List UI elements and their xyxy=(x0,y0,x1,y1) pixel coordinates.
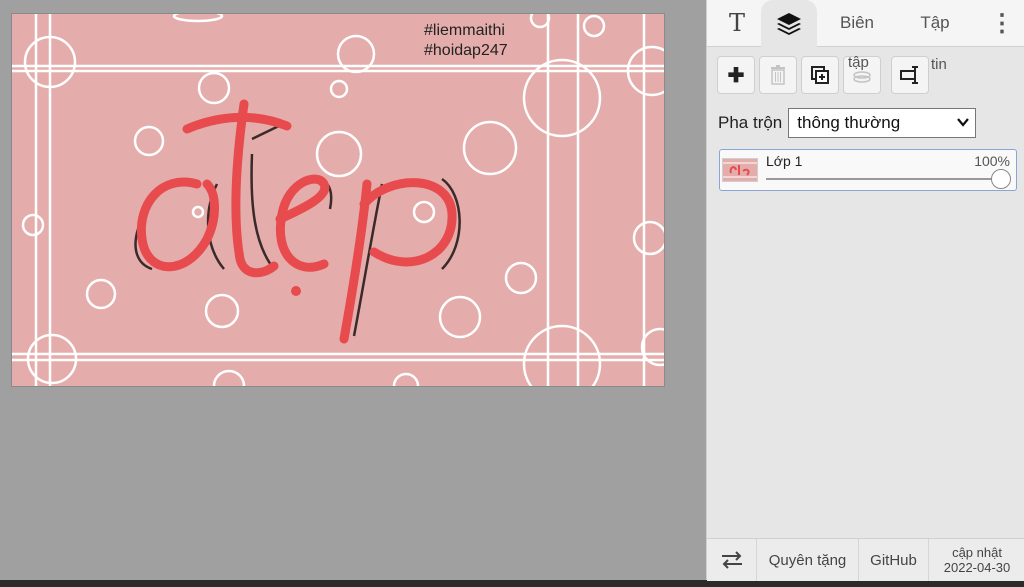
tab-tap[interactable]: Tập xyxy=(903,0,967,46)
layer-list-item[interactable]: Lớp 1 100% xyxy=(719,149,1017,191)
swap-panel-button[interactable] xyxy=(707,539,757,581)
layer-properties-icon xyxy=(900,66,918,84)
layer-opacity-label: 100% xyxy=(974,153,1010,169)
hashtag-2: #hoidap247 xyxy=(424,42,508,59)
hashtag-1: #liemmaithi xyxy=(424,22,505,39)
add-layer-button[interactable]: ✚ xyxy=(717,56,755,94)
layer-info-button[interactable] xyxy=(891,56,929,94)
side-panel: T Biên Tập ⋮ ✚ tập tin Pha trộn thông th… xyxy=(706,0,1024,581)
donate-link[interactable]: Quyên tặng xyxy=(757,539,859,581)
layers-icon xyxy=(777,12,801,35)
trash-icon xyxy=(771,65,785,85)
delete-layer-button[interactable] xyxy=(759,56,797,94)
swap-arrows-icon xyxy=(721,551,742,569)
layer-toolbar: ✚ tập tin xyxy=(717,54,1017,96)
chevron-down-icon xyxy=(957,114,970,130)
blend-mode-label: Pha trộn xyxy=(718,113,783,132)
duplicate-icon xyxy=(811,66,829,84)
layer-name: Lớp 1 xyxy=(766,153,803,169)
panel-footer: Quyên tặng GitHub cập nhật 2022-04-30 xyxy=(707,538,1024,581)
blend-mode-value: thông thường xyxy=(797,113,901,132)
image-canvas[interactable]: #liemmaithi #hoidap247 xyxy=(11,13,665,387)
update-link[interactable]: cập nhật 2022-04-30 xyxy=(929,539,1024,581)
opacity-slider-handle[interactable] xyxy=(991,169,1011,189)
blend-mode-select[interactable]: thông thường xyxy=(788,108,977,138)
update-date: 2022-04-30 xyxy=(943,560,1011,575)
update-label: cập nhật xyxy=(952,545,1002,560)
lettering-dot xyxy=(291,286,301,296)
tab-layers[interactable] xyxy=(761,0,817,47)
info-label: tin xyxy=(931,56,947,73)
layer-thumbnail xyxy=(722,158,758,182)
tab-bien[interactable]: Biên xyxy=(825,0,889,46)
bottom-strip xyxy=(0,580,1024,587)
more-menu-icon[interactable]: ⋮ xyxy=(987,0,1017,46)
github-link[interactable]: GitHub xyxy=(859,539,929,581)
opacity-slider-track[interactable] xyxy=(766,178,1000,180)
blend-mode-row: Pha trộn thông thường xyxy=(718,108,1018,138)
merge-label: tập xyxy=(848,54,869,71)
tab-text[interactable]: T xyxy=(713,0,761,46)
plus-icon: ✚ xyxy=(727,64,745,87)
canvas-workspace[interactable]: #liemmaithi #hoidap247 xyxy=(0,0,706,580)
panel-tabs: T Biên Tập ⋮ xyxy=(707,0,1024,47)
duplicate-layer-button[interactable] xyxy=(801,56,839,94)
canvas-artwork: #liemmaithi #hoidap247 xyxy=(12,14,664,386)
